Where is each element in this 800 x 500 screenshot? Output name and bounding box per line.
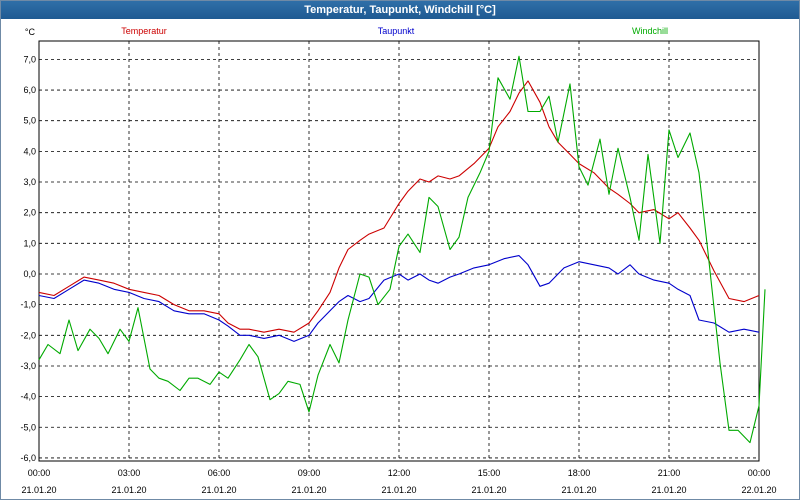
x-tick-time: 00:00 bbox=[28, 468, 51, 478]
y-tick-label: 7,0 bbox=[23, 54, 36, 64]
x-tick-time: 06:00 bbox=[208, 468, 231, 478]
x-tick-date: 21.01.20 bbox=[111, 485, 146, 495]
legend: Temperatur Taupunkt Windchill bbox=[121, 26, 668, 36]
x-tick-date: 21.01.20 bbox=[21, 485, 56, 495]
legend-windchill: Windchill bbox=[632, 26, 668, 36]
series-line-windchill bbox=[38, 55, 766, 444]
series-line-taupunkt bbox=[38, 255, 760, 342]
y-tick-label: 0,0 bbox=[23, 269, 36, 279]
x-tick-time: 18:00 bbox=[568, 468, 591, 478]
series-lines bbox=[38, 55, 766, 444]
x-tick-time: 09:00 bbox=[298, 468, 321, 478]
y-tick-label: 4,0 bbox=[23, 146, 36, 156]
x-tick-date: 21.01.20 bbox=[381, 485, 416, 495]
x-tick-time: 00:00 bbox=[748, 468, 771, 478]
chart-window: Temperatur, Taupunkt, Windchill [°C] 7,0… bbox=[0, 0, 800, 500]
x-tick-date: 21.01.20 bbox=[201, 485, 236, 495]
y-tick-label: -1,0 bbox=[20, 300, 36, 310]
y-tick-label: -6,0 bbox=[20, 453, 36, 463]
y-tick-label: 1,0 bbox=[23, 238, 36, 248]
x-axis-labels: 00:00 21.01.20 03:00 21.01.20 06:00 21.01.20 0… bbox=[21, 468, 776, 495]
y-tick-label: 5,0 bbox=[23, 116, 36, 126]
y-tick-label: -4,0 bbox=[20, 392, 36, 402]
y-tick-label: 6,0 bbox=[23, 85, 36, 95]
x-tick-time: 03:00 bbox=[118, 468, 141, 478]
y-tick-label: 3,0 bbox=[23, 177, 36, 187]
line-chart: 7,0 6,0 5,0 4,0 3,0 2,0 1,0 0,0 -1,0 -2,0 -3,0 -4,0… bbox=[20, 26, 776, 495]
grid-lines bbox=[38, 41, 760, 461]
x-tick-date: 21.01.20 bbox=[561, 485, 596, 495]
x-tick-time: 21:00 bbox=[658, 468, 681, 478]
y-tick-label: -5,0 bbox=[20, 422, 36, 432]
y-axis-unit: °C bbox=[25, 27, 36, 37]
x-tick-date: 21.01.20 bbox=[291, 485, 326, 495]
y-tick-label: 2,0 bbox=[23, 208, 36, 218]
y-tick-label: -2,0 bbox=[20, 330, 36, 340]
x-tick-date: 21.01.20 bbox=[651, 485, 686, 495]
legend-taupunkt: Taupunkt bbox=[378, 26, 415, 36]
x-tick-time: 12:00 bbox=[388, 468, 411, 478]
y-axis-labels: 7,0 6,0 5,0 4,0 3,0 2,0 1,0 0,0 -1,0 -2,0 -3,0 -4,0… bbox=[20, 27, 36, 463]
x-tick-time: 15:00 bbox=[478, 468, 501, 478]
x-tick-date: 21.01.20 bbox=[471, 485, 506, 495]
y-tick-label: -3,0 bbox=[20, 361, 36, 371]
x-tick-date: 22.01.20 bbox=[741, 485, 776, 495]
legend-temperatur: Temperatur bbox=[121, 26, 167, 36]
